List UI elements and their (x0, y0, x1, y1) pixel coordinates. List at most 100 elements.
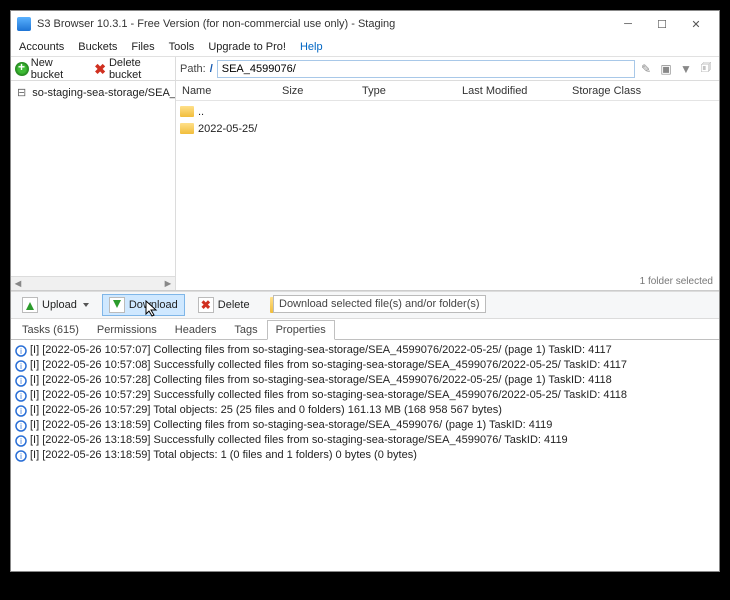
svg-text:i: i (20, 407, 22, 416)
download-label: Download (129, 299, 178, 311)
row-parent[interactable]: .. (176, 103, 719, 120)
log-line: i [I] [2022-05-26 10:57:28] Collecting fi… (15, 373, 715, 388)
folder-icon (180, 123, 194, 134)
log-line: i [I] [2022-05-26 10:57:08] Successfully … (15, 358, 715, 373)
menu-upgrade[interactable]: Upgrade to Pro! (208, 41, 286, 53)
settings-icon[interactable]: 🗊 (699, 62, 713, 76)
download-icon (109, 297, 125, 313)
upload-label: Upload (42, 299, 77, 311)
row-folder[interactable]: 2022-05-25/ (176, 120, 719, 137)
tab-permissions[interactable]: Permissions (88, 320, 166, 339)
copy-icon[interactable]: ▣ (659, 62, 673, 76)
upload-icon (22, 297, 38, 313)
log-text: [I] [2022-05-26 10:57:07] Collecting fil… (30, 343, 612, 358)
log-line: i [I] [2022-05-26 10:57:29] Successfully … (15, 388, 715, 403)
toolbar: New bucket ✖ Delete bucket Path: / ✎ ▣ ▼… (11, 57, 719, 81)
log-text: [I] [2022-05-26 10:57:08] Successfully c… (30, 358, 627, 373)
minimize-button[interactable]: ─ (611, 13, 645, 35)
bucket-tree: ⊟ so-staging-sea-storage/SEA_45 ◄ ► (11, 81, 176, 290)
plus-icon (15, 62, 29, 76)
log-text: [I] [2022-05-26 13:18:59] Successfully c… (30, 433, 568, 448)
dropdown-icon[interactable] (83, 303, 89, 307)
log-line: i [I] [2022-05-26 10:57:29] Total objects… (15, 403, 715, 418)
info-icon: i (15, 435, 27, 447)
log-text: [I] [2022-05-26 10:57:29] Successfully c… (30, 388, 627, 403)
col-storage-class[interactable]: Storage Class (566, 85, 676, 97)
col-name[interactable]: Name (176, 85, 276, 97)
log-line: i [I] [2022-05-26 13:18:59] Total objects… (15, 448, 715, 463)
bottom-tabs: Tasks (615) Permissions Headers Tags Pro… (11, 319, 719, 339)
tab-tags[interactable]: Tags (225, 320, 266, 339)
expander-icon[interactable]: ⊟ (17, 86, 26, 99)
new-bucket-label: New bucket (31, 57, 87, 81)
folder-icon (180, 106, 194, 117)
download-button[interactable]: Download (102, 294, 185, 316)
file-listing: Name Size Type Last Modified Storage Cla… (176, 81, 719, 290)
tab-properties[interactable]: Properties (267, 320, 335, 340)
scroll-right-icon[interactable]: ► (161, 278, 175, 290)
log-text: [I] [2022-05-26 13:18:59] Total objects:… (30, 448, 417, 463)
upload-button[interactable]: Upload (15, 294, 96, 316)
col-size[interactable]: Size (276, 85, 356, 97)
maximize-button[interactable]: ☐ (645, 13, 679, 35)
row-label: 2022-05-25/ (198, 123, 257, 135)
info-icon: i (15, 390, 27, 402)
delete-bucket-button[interactable]: ✖ Delete bucket (93, 57, 175, 81)
content-area: ⊟ so-staging-sea-storage/SEA_45 ◄ ► Name… (11, 81, 719, 291)
log-text: [I] [2022-05-26 13:18:59] Collecting fil… (30, 418, 552, 433)
info-icon: i (15, 375, 27, 387)
path-label: Path: (180, 63, 206, 75)
log-line: i [I] [2022-05-26 13:18:59] Collecting fi… (15, 418, 715, 433)
svg-text:i: i (20, 422, 22, 431)
delete-button[interactable]: ✖ Delete (191, 294, 257, 316)
svg-text:i: i (20, 437, 22, 446)
scroll-left-icon[interactable]: ◄ (11, 278, 25, 290)
log-panel: i [I] [2022-05-26 10:57:07] Collecting fi… (11, 339, 719, 571)
svg-text:i: i (20, 452, 22, 461)
action-bar: 1 folder selected Upload Download ✖ Dele… (11, 291, 719, 319)
delete-label: Delete (218, 299, 250, 311)
app-window: S3 Browser 10.3.1 - Free Version (for no… (10, 10, 720, 572)
info-icon: i (15, 420, 27, 432)
new-bucket-button[interactable]: New bucket (15, 57, 87, 81)
svg-text:i: i (20, 362, 22, 371)
titlebar: S3 Browser 10.3.1 - Free Version (for no… (11, 11, 719, 37)
svg-text:i: i (20, 347, 22, 356)
log-line: i [I] [2022-05-26 10:57:07] Collecting fi… (15, 343, 715, 358)
bucket-toolbar: New bucket ✖ Delete bucket (11, 57, 176, 80)
info-icon: i (15, 345, 27, 357)
download-tooltip: Download selected file(s) and/or folder(… (273, 295, 486, 313)
tab-headers[interactable]: Headers (166, 320, 226, 339)
bucket-label: so-staging-sea-storage/SEA_45 (32, 87, 176, 99)
delete-icon: ✖ (93, 62, 107, 76)
tab-tasks[interactable]: Tasks (615) (13, 320, 88, 339)
menu-files[interactable]: Files (131, 41, 154, 53)
selection-info: 1 folder selected (640, 276, 713, 287)
log-text: [I] [2022-05-26 10:57:29] Total objects:… (30, 403, 502, 418)
app-icon (17, 17, 31, 31)
col-type[interactable]: Type (356, 85, 456, 97)
info-icon: i (15, 405, 27, 417)
menu-help[interactable]: Help (300, 41, 323, 53)
svg-text:i: i (20, 392, 22, 401)
tree-scrollbar[interactable]: ◄ ► (11, 276, 175, 290)
filter-icon[interactable]: ▼ (679, 62, 693, 76)
menu-accounts[interactable]: Accounts (19, 41, 64, 53)
window-title: S3 Browser 10.3.1 - Free Version (for no… (37, 18, 611, 30)
col-last-modified[interactable]: Last Modified (456, 85, 566, 97)
tree-bucket-item[interactable]: ⊟ so-staging-sea-storage/SEA_45 (13, 85, 173, 100)
menu-buckets[interactable]: Buckets (78, 41, 117, 53)
path-input[interactable] (217, 60, 635, 78)
log-text: [I] [2022-05-26 10:57:28] Collecting fil… (30, 373, 612, 388)
info-icon: i (15, 450, 27, 462)
info-icon: i (15, 360, 27, 372)
delete-file-icon: ✖ (198, 297, 214, 313)
close-button[interactable]: ✕ (679, 13, 713, 35)
edit-icon[interactable]: ✎ (639, 62, 653, 76)
svg-text:i: i (20, 377, 22, 386)
path-root[interactable]: / (210, 63, 213, 75)
delete-bucket-label: Delete bucket (109, 57, 175, 81)
menu-tools[interactable]: Tools (169, 41, 195, 53)
log-line: i [I] [2022-05-26 13:18:59] Successfully … (15, 433, 715, 448)
list-body: .. 2022-05-25/ (176, 101, 719, 290)
